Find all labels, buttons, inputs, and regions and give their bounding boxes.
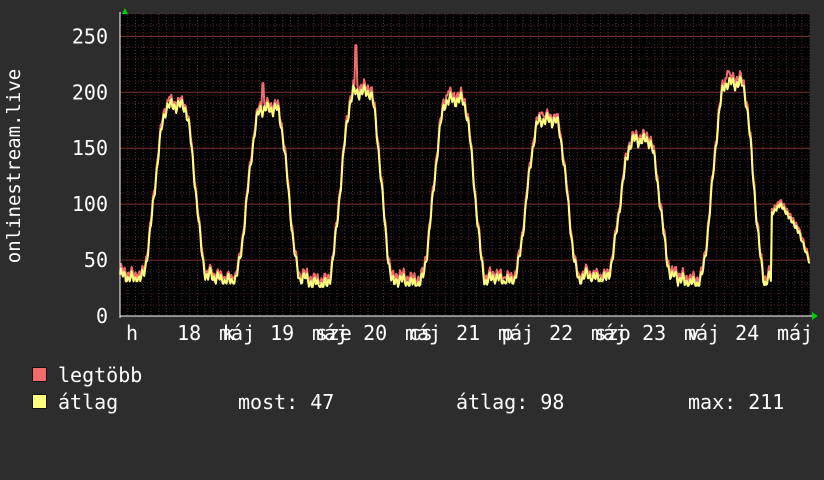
y-tick-label: 150 <box>72 136 108 160</box>
legend-item-max: legtöbb <box>32 364 142 386</box>
graph-panel: 0 50 100 150 200 250 h 18 máj k 19 máj sze 20 máj cs 21… <box>0 0 824 430</box>
x-tick-label: cs <box>409 321 433 345</box>
y-tick-label: 100 <box>72 192 108 216</box>
x-tick-label: máj <box>777 321 813 345</box>
y-axis-label: onlinestream.live <box>3 69 25 263</box>
y-tick-label: 200 <box>72 80 108 104</box>
x-tick-label: v <box>688 321 700 345</box>
x-tick-label: 23 <box>642 321 666 345</box>
x-tick-label: 19 <box>270 321 294 345</box>
legend-label-max: legtöbb <box>58 363 143 387</box>
y-tick-label: 250 <box>72 24 108 48</box>
x-tick-labels: h 18 májk 19 májsze 20 májcs 21 májp 22 májszo 23 má… <box>126 321 813 345</box>
x-tick-label: p <box>502 321 514 345</box>
x-tick-label: szo <box>595 321 631 345</box>
x-tick-label: h <box>126 321 138 345</box>
stat-current: most: 47 <box>238 390 335 414</box>
legend-swatch-max <box>32 367 47 382</box>
y-tick-label: 0 <box>96 304 108 328</box>
x-axis-arrow <box>812 312 818 320</box>
x-tick-label: 21 <box>456 321 480 345</box>
legend-label-avg: átlag <box>58 390 119 414</box>
x-tick-label: sze <box>316 321 352 345</box>
y-axis-arrow <box>122 8 128 14</box>
y-tick-label: 50 <box>84 248 108 272</box>
traffic-line-chart: 050100150200250 h 18 májk 19 májsze 20 májcs 21… <box>3 8 818 345</box>
x-tick-label: 24 <box>735 321 759 345</box>
legend-item-avg: átlag <box>32 391 118 413</box>
x-tick-label: k <box>223 321 235 345</box>
x-tick-label: 20 <box>363 321 387 345</box>
stat-average: átlag: 98 <box>456 390 565 414</box>
stat-maximum: max: 211 <box>688 390 785 414</box>
plot-background <box>120 14 810 316</box>
x-tick-label: 22 <box>549 321 573 345</box>
y-tick-labels: 0 50 100 150 200 250 <box>72 24 108 328</box>
legend-swatch-avg <box>32 394 47 409</box>
x-tick-label: 18 <box>177 321 201 345</box>
